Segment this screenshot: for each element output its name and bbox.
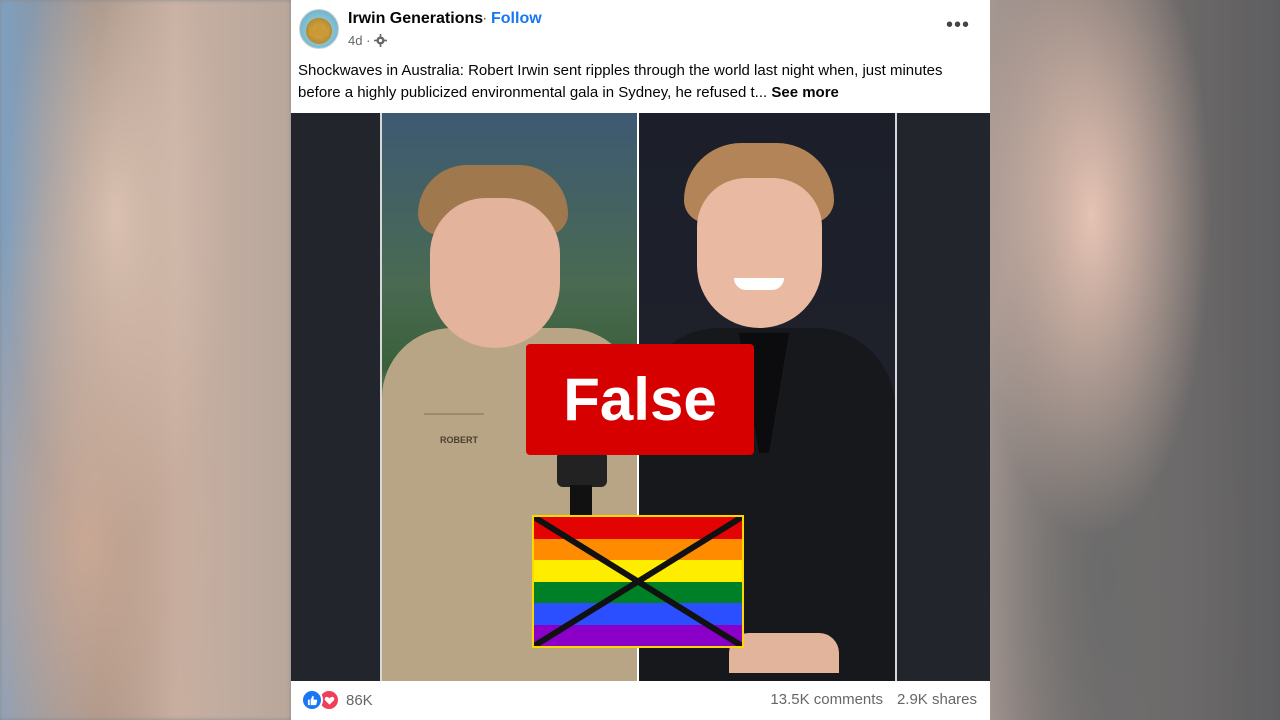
face xyxy=(697,178,822,328)
post-header: Irwin Generations · Follow 4d · ••• xyxy=(291,0,990,58)
shirt-pocket xyxy=(424,413,484,435)
page-name[interactable]: Irwin Generations xyxy=(348,10,483,28)
post-footer: 86K 13.5K comments 2.9K shares xyxy=(291,681,990,720)
crown-logo xyxy=(309,22,329,36)
cross-out-icon xyxy=(534,517,742,646)
post-meta: 4d · xyxy=(348,33,388,48)
follow-button[interactable]: Follow xyxy=(491,10,542,28)
crossed-out-rainbow-flag xyxy=(532,515,744,648)
more-options-icon[interactable]: ••• xyxy=(946,15,970,35)
backdrop-right xyxy=(990,0,1280,720)
backdrop-left xyxy=(0,0,291,720)
face xyxy=(430,198,560,348)
like-icon xyxy=(301,689,323,711)
facebook-post: Irwin Generations · Follow 4d · ••• Shoc… xyxy=(291,0,990,720)
gear-icon xyxy=(374,34,388,47)
hands xyxy=(729,633,839,673)
image-frame-right xyxy=(895,113,897,681)
reactions-summary[interactable]: 86K xyxy=(301,689,373,711)
post-text-body: Shockwaves in Australia: Robert Irwin se… xyxy=(298,62,943,101)
post-time[interactable]: 4d · xyxy=(348,33,370,48)
engagement-stats: 13.5K comments 2.9K shares xyxy=(770,691,977,708)
reaction-count: 86K xyxy=(346,691,373,709)
smile xyxy=(734,278,784,290)
post-text: Shockwaves in Australia: Robert Irwin se… xyxy=(298,60,948,104)
see-more-link[interactable]: See more xyxy=(771,84,839,101)
false-rating-badge: False xyxy=(526,344,754,455)
shirt-name-tag: ROBERT xyxy=(440,435,478,445)
post-image[interactable]: ROBERT False xyxy=(291,113,990,681)
shares-count-link[interactable]: 2.9K shares xyxy=(897,691,977,708)
comments-count-link[interactable]: 13.5K comments xyxy=(770,691,883,708)
name-separator: · xyxy=(482,10,488,27)
microphone xyxy=(557,451,607,487)
page-avatar[interactable] xyxy=(299,9,339,49)
